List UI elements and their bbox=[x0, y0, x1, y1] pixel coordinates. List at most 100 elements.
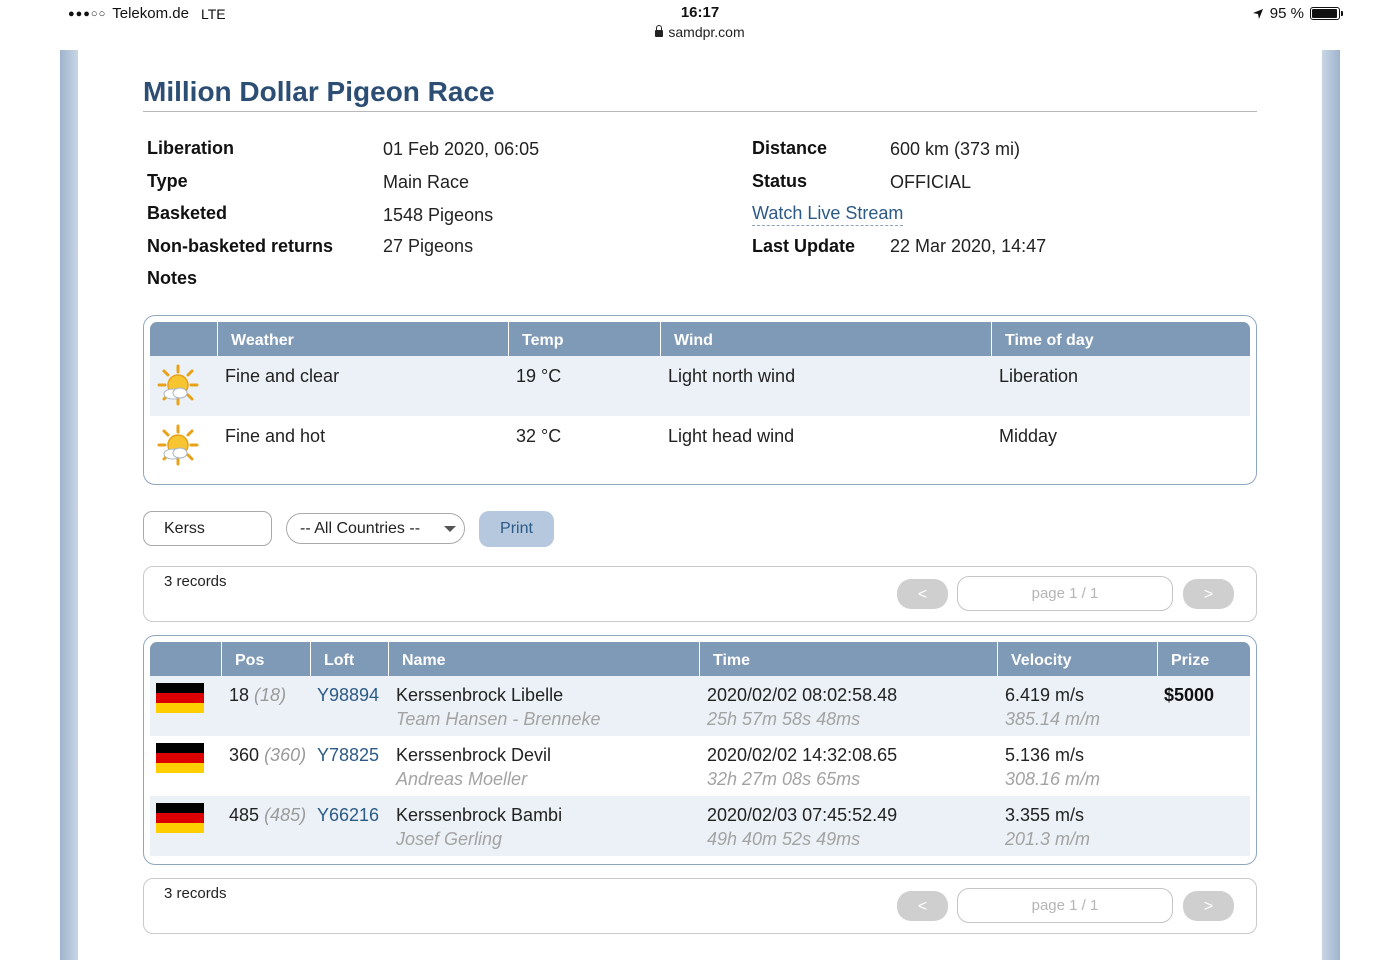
next-page-button[interactable]: > bbox=[1183, 891, 1234, 921]
table-row[interactable]: 18 (18) Y98894 Kerssenbrock Libelle Team… bbox=[150, 676, 1250, 736]
temp-header: Temp bbox=[509, 322, 661, 356]
url-text[interactable]: samdpr.com bbox=[668, 24, 744, 40]
loft-link[interactable]: Y78825 bbox=[317, 745, 379, 766]
page-input[interactable]: page 1 / 1 bbox=[957, 888, 1173, 923]
non-basketed-value: 27 Pigeons bbox=[383, 236, 474, 256]
weather-row: Fine and hot 32 °C Light head wind Midda… bbox=[150, 416, 1250, 476]
velocity-header: Velocity bbox=[998, 642, 1158, 676]
temp-cell: 19 °C bbox=[516, 366, 562, 386]
flight-duration: 32h 27m 08s 65ms bbox=[707, 769, 861, 789]
status-bar: ●●●○○ Telekom.de LTE 16:17 samdpr.com 95… bbox=[0, 0, 1400, 50]
table-row[interactable]: 485 (485) Y66216 Kerssenbrock Bambi Jose… bbox=[150, 796, 1250, 856]
pigeon-name: Kerssenbrock Libelle bbox=[396, 685, 564, 705]
sun-cloud-icon bbox=[157, 424, 199, 466]
weather-icon-header bbox=[150, 322, 218, 356]
team-name: Andreas Moeller bbox=[396, 769, 528, 789]
watch-live-stream-link[interactable]: Watch Live Stream bbox=[752, 203, 904, 226]
team-name: Team Hansen - Brenneke bbox=[396, 709, 601, 729]
results-panel: Pos Loft Name Time Velocity Prize 18 (18… bbox=[143, 635, 1257, 865]
last-update-value: 22 Mar 2020, 14:47 bbox=[890, 236, 1047, 256]
page-shadow-left bbox=[60, 50, 78, 960]
status-value: OFFICIAL bbox=[890, 172, 972, 192]
liberation-label: Liberation bbox=[147, 138, 235, 158]
pigeon-name: Kerssenbrock Devil bbox=[396, 745, 552, 765]
arrival-time: 2020/02/02 08:02:58.48 bbox=[707, 685, 898, 705]
status-label: Status bbox=[752, 171, 808, 191]
battery-icon bbox=[1310, 7, 1343, 20]
distance-label: Distance bbox=[752, 138, 828, 158]
germany-flag-icon bbox=[156, 803, 204, 833]
weather-cell: Fine and clear bbox=[225, 366, 340, 386]
flight-duration: 25h 57m 58s 48ms bbox=[707, 709, 861, 729]
chevron-down-icon bbox=[444, 526, 456, 532]
basketed-label: Basketed bbox=[147, 203, 228, 223]
page-input[interactable]: page 1 / 1 bbox=[957, 576, 1173, 611]
page-shadow-right bbox=[1322, 50, 1340, 960]
basketed-value: 1548 Pigeons bbox=[383, 205, 494, 225]
next-page-button[interactable]: > bbox=[1183, 579, 1234, 609]
records-count: 3 records bbox=[164, 885, 227, 902]
prize-cell: $5000 bbox=[1164, 685, 1215, 705]
flight-duration: 49h 40m 52s 49ms bbox=[707, 829, 861, 849]
print-button[interactable]: Print bbox=[479, 511, 554, 547]
time-of-day-cell: Liberation bbox=[999, 366, 1079, 386]
country-select-value: -- All Countries -- bbox=[300, 520, 421, 537]
velocity-mpm: 385.14 m/m bbox=[1005, 709, 1101, 729]
team-name: Josef Gerling bbox=[396, 829, 503, 849]
time-of-day-cell: Midday bbox=[999, 426, 1058, 446]
sun-cloud-icon bbox=[157, 364, 199, 406]
type-value: Main Race bbox=[383, 172, 470, 192]
name-header: Name bbox=[389, 642, 700, 676]
velocity-ms: 3.355 m/s bbox=[1005, 805, 1085, 825]
wind-cell: Light head wind bbox=[668, 426, 795, 446]
notes-label: Notes bbox=[147, 268, 198, 288]
lock-icon bbox=[655, 24, 664, 37]
weather-header: Weather bbox=[218, 322, 509, 356]
weather-panel: Weather Temp Wind Time of day Fine and c… bbox=[143, 315, 1257, 485]
loft-link[interactable]: Y98894 bbox=[317, 685, 379, 706]
wind-header: Wind bbox=[661, 322, 992, 356]
position-cell: 360 (360) bbox=[229, 745, 307, 765]
temp-cell: 32 °C bbox=[516, 426, 562, 446]
pager-bottom: 3 records < page 1 / 1 > bbox=[143, 878, 1257, 934]
search-input[interactable]: Kerss bbox=[143, 511, 272, 546]
prev-page-button[interactable]: < bbox=[897, 891, 948, 921]
loft-header: Loft bbox=[311, 642, 389, 676]
wind-cell: Light north wind bbox=[668, 366, 796, 386]
velocity-ms: 5.136 m/s bbox=[1005, 745, 1085, 765]
prize-header: Prize bbox=[1158, 642, 1250, 676]
status-center: 16:17 samdpr.com bbox=[0, 4, 1400, 40]
velocity-mpm: 201.3 m/m bbox=[1005, 829, 1091, 849]
position-cell: 18 (18) bbox=[229, 685, 287, 705]
table-row[interactable]: 360 (360) Y78825 Kerssenbrock Devil Andr… bbox=[150, 736, 1250, 796]
prev-page-button[interactable]: < bbox=[897, 579, 948, 609]
velocity-mpm: 308.16 m/m bbox=[1005, 769, 1101, 789]
non-basketed-label: Non-basketed returns bbox=[147, 236, 334, 256]
location-arrow-icon bbox=[1252, 8, 1263, 19]
battery-percent: 95 % bbox=[1269, 5, 1304, 22]
address-bar[interactable]: samdpr.com bbox=[0, 24, 1400, 40]
arrival-time: 2020/02/03 07:45:52.49 bbox=[707, 805, 898, 825]
liberation-value: 01 Feb 2020, 06:05 bbox=[383, 139, 540, 159]
distance-value: 600 km (373 mi) bbox=[890, 139, 1021, 159]
time-header: Time bbox=[700, 642, 998, 676]
loft-link[interactable]: Y66216 bbox=[317, 805, 379, 826]
pager-top: 3 records < page 1 / 1 > bbox=[143, 566, 1257, 622]
arrival-time: 2020/02/02 14:32:08.65 bbox=[707, 745, 898, 765]
results-table-header: Pos Loft Name Time Velocity Prize bbox=[150, 642, 1250, 676]
battery-info: 95 % bbox=[1252, 5, 1343, 22]
page-title: Million Dollar Pigeon Race bbox=[143, 76, 495, 107]
weather-table-header: Weather Temp Wind Time of day bbox=[150, 322, 1250, 356]
last-update-label: Last Update bbox=[752, 236, 856, 256]
type-label: Type bbox=[147, 171, 188, 191]
clock: 16:17 bbox=[680, 4, 720, 21]
pos-header: Pos bbox=[222, 642, 311, 676]
pigeon-name: Kerssenbrock Bambi bbox=[396, 805, 563, 825]
flag-header bbox=[150, 642, 222, 676]
velocity-ms: 6.419 m/s bbox=[1005, 685, 1085, 705]
country-select[interactable]: -- All Countries -- bbox=[286, 513, 465, 544]
weather-cell: Fine and hot bbox=[225, 426, 326, 446]
germany-flag-icon bbox=[156, 743, 204, 773]
weather-row: Fine and clear 19 °C Light north wind Li… bbox=[150, 356, 1250, 416]
position-cell: 485 (485) bbox=[229, 805, 307, 825]
